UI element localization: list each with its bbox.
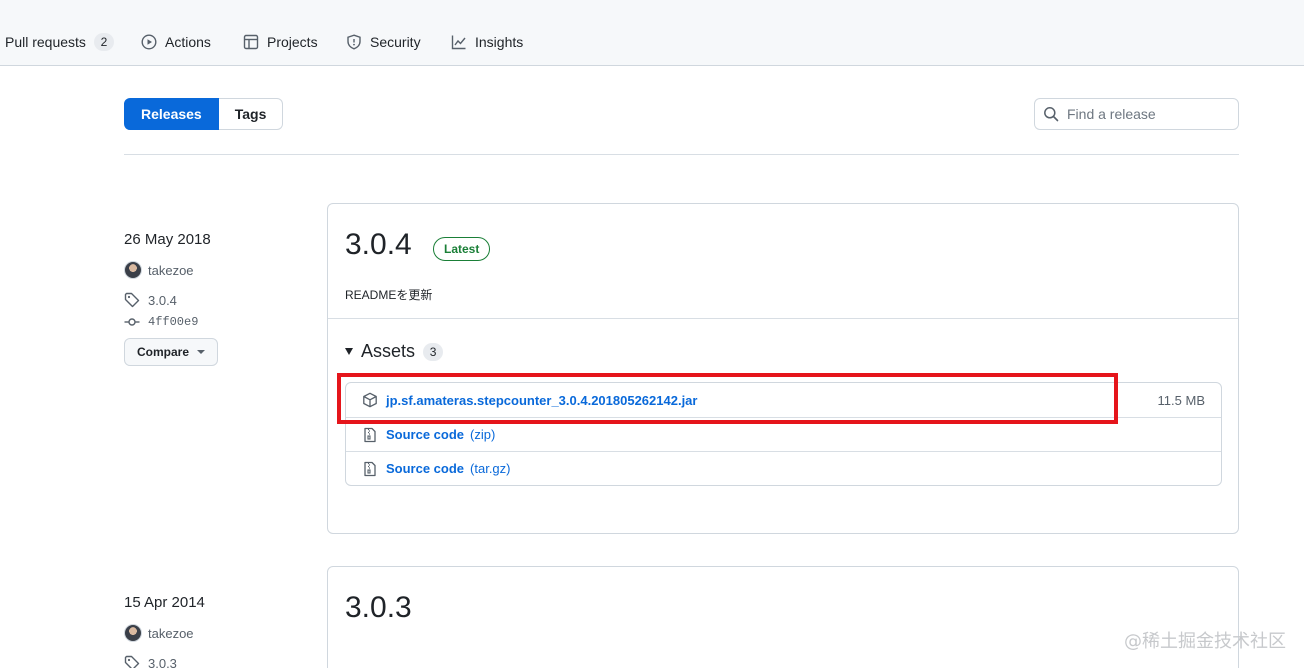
releases-tab[interactable]: Releases xyxy=(124,98,219,130)
release-meta: 15 Apr 2014 takezoe 3.0.3 xyxy=(124,593,304,668)
nav-projects-label: Projects xyxy=(267,34,318,50)
release-meta: 26 May 2018 takezoe 3.0.4 4ff00e9 Compar… xyxy=(124,230,304,366)
source-zip-link[interactable]: Source code xyxy=(386,427,464,442)
compare-label: Compare xyxy=(137,345,190,359)
nav-insights[interactable]: Insights xyxy=(451,31,523,53)
search-input[interactable] xyxy=(1067,106,1227,122)
source-targz-link[interactable]: Source code xyxy=(386,461,464,476)
triangle-down-icon xyxy=(345,348,353,355)
tag-icon xyxy=(124,292,140,308)
play-icon xyxy=(141,34,157,50)
release-search xyxy=(1034,98,1239,130)
release-title[interactable]: 3.0.3 xyxy=(345,591,412,625)
release-date: 26 May 2018 xyxy=(124,231,211,248)
nav-security-label: Security xyxy=(370,34,421,50)
header-divider xyxy=(124,154,1239,155)
file-zip-icon xyxy=(362,461,378,477)
release-card: 3.0.4 Latest READMEを更新 Assets 3 jp.sf.am… xyxy=(327,203,1239,534)
release-tag[interactable]: 3.0.4 xyxy=(124,290,304,310)
commit-icon xyxy=(124,314,140,330)
file-zip-icon xyxy=(362,427,378,443)
list-item: Source code (tar.gz) xyxy=(346,451,1221,485)
tag-icon xyxy=(124,655,140,668)
nav-actions[interactable]: Actions xyxy=(141,31,211,53)
table-icon xyxy=(243,34,259,50)
release-card: 3.0.3 xyxy=(327,566,1239,668)
tags-tab[interactable]: Tags xyxy=(218,98,284,130)
latest-badge: Latest xyxy=(433,237,491,261)
nav-pull-requests-label: Pull requests xyxy=(5,34,86,50)
chevron-down-icon xyxy=(197,350,206,354)
release-commit[interactable]: 4ff00e9 xyxy=(124,312,304,332)
watermark: @稀土掘金技术社区 xyxy=(1124,631,1286,652)
release-author[interactable]: takezoe xyxy=(124,623,304,643)
nav-security[interactable]: Security xyxy=(346,31,421,53)
tag-name[interactable]: 3.0.4 xyxy=(148,293,177,308)
release-tag[interactable]: 3.0.3 xyxy=(124,653,304,668)
releases-tags-switch: Releases Tags xyxy=(124,98,284,130)
release-notes: READMEを更新 xyxy=(345,288,433,302)
author-name[interactable]: takezoe xyxy=(148,263,194,278)
assets-toggle[interactable]: Assets 3 xyxy=(345,341,444,362)
pull-requests-counter: 2 xyxy=(93,33,114,51)
release-author[interactable]: takezoe xyxy=(124,260,304,280)
nav-projects[interactable]: Projects xyxy=(243,31,318,53)
assets-counter: 3 xyxy=(423,342,444,361)
source-zip-ext[interactable]: (zip) xyxy=(470,427,495,442)
avatar xyxy=(124,624,142,642)
avatar xyxy=(124,261,142,279)
commit-sha[interactable]: 4ff00e9 xyxy=(148,315,198,329)
compare-button[interactable]: Compare xyxy=(124,338,219,366)
assets-label: Assets xyxy=(361,341,416,361)
release-date: 15 Apr 2014 xyxy=(124,594,205,611)
list-item: Source code (zip) xyxy=(346,417,1221,451)
tag-name[interactable]: 3.0.3 xyxy=(148,656,177,668)
list-item: jp.sf.amateras.stepcounter_3.0.4.2018052… xyxy=(346,383,1221,417)
search-icon xyxy=(1043,106,1067,122)
graph-icon xyxy=(451,34,467,50)
author-name[interactable]: takezoe xyxy=(148,626,194,641)
package-icon xyxy=(362,392,378,408)
assets-list: jp.sf.amateras.stepcounter_3.0.4.2018052… xyxy=(345,382,1222,486)
shield-icon xyxy=(346,34,362,50)
asset-jar-link[interactable]: jp.sf.amateras.stepcounter_3.0.4.2018052… xyxy=(386,393,697,408)
repo-nav: Pull requests 2 Actions Projects Securit… xyxy=(0,0,1304,66)
card-divider xyxy=(328,318,1238,319)
nav-pull-requests[interactable]: Pull requests 2 xyxy=(5,31,114,53)
release-title[interactable]: 3.0.4 xyxy=(345,228,412,262)
nav-insights-label: Insights xyxy=(475,34,524,50)
source-targz-ext[interactable]: (tar.gz) xyxy=(470,461,510,476)
nav-actions-label: Actions xyxy=(165,34,211,50)
asset-size: 11.5 MB xyxy=(1157,392,1205,408)
